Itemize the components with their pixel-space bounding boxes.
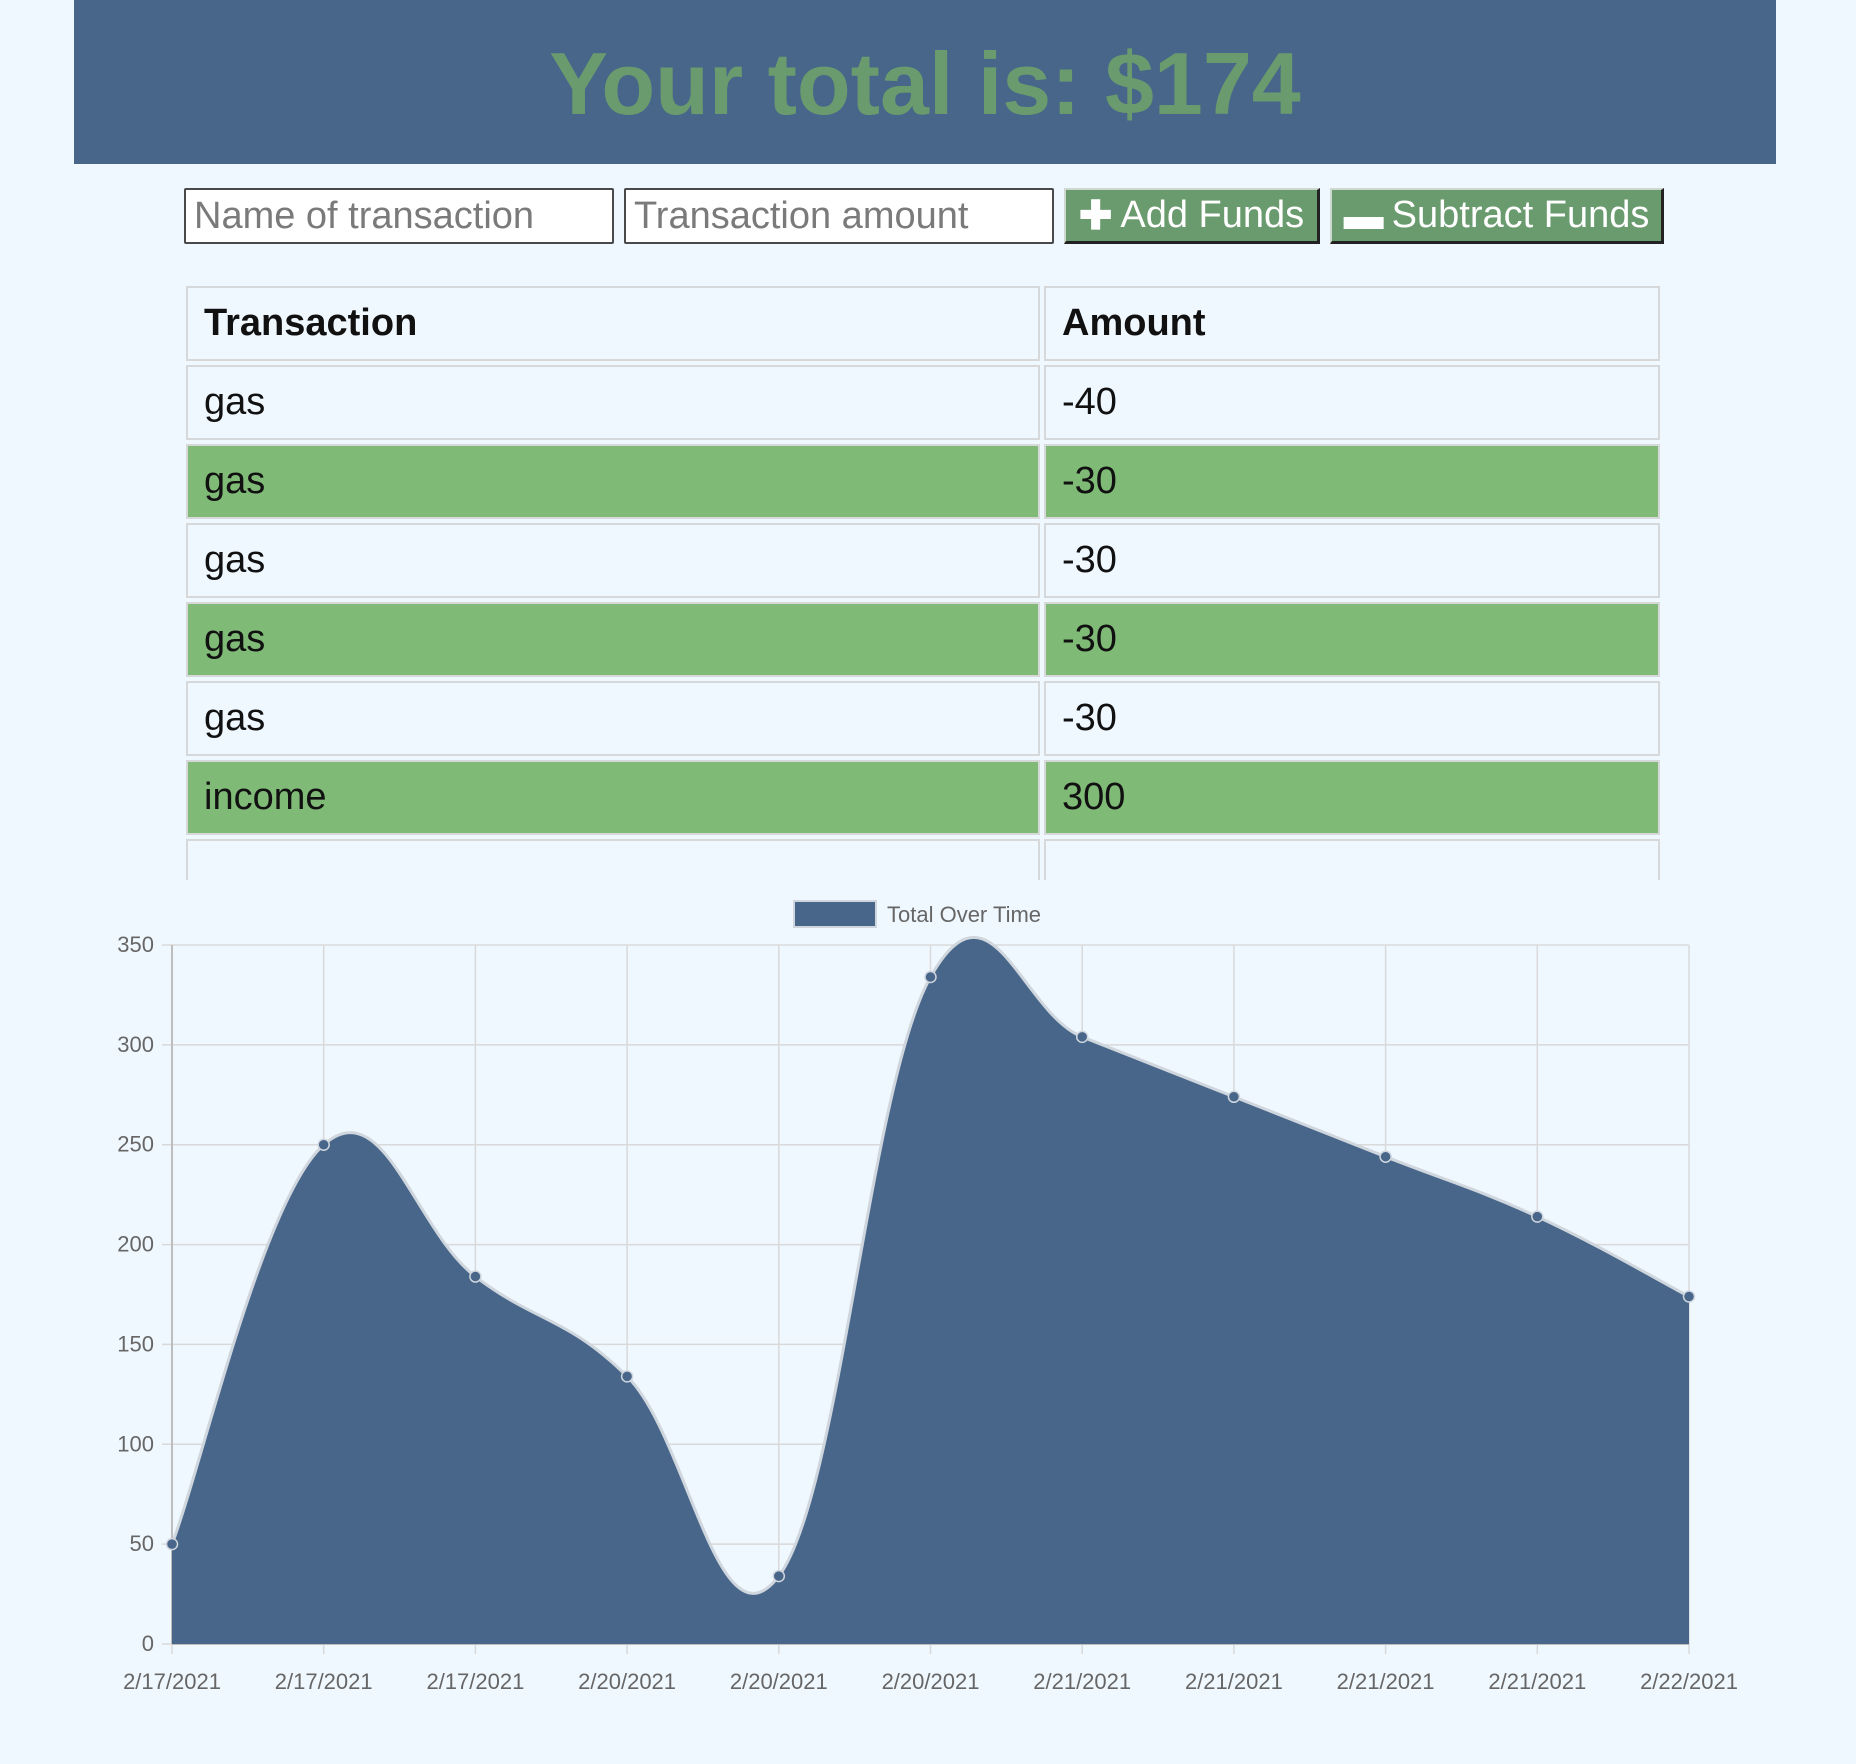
transaction-name-cell: gas xyxy=(186,602,1040,677)
subtract-funds-button[interactable]: ▬ Subtract Funds xyxy=(1330,188,1664,244)
transaction-name-cell: income xyxy=(186,760,1040,835)
data-point xyxy=(165,1537,179,1551)
y-tick-label: 350 xyxy=(117,932,154,957)
chart-svg: 0 50 100 150 200 250 300 350 2/17/2021 2/17/2021 2… xyxy=(117,900,1738,1694)
transactions-table-container[interactable]: Transaction Amount gas -40 gas -30 gas -… xyxy=(184,284,1662,880)
x-tick-label: 2/20/2021 xyxy=(578,1669,676,1694)
data-point xyxy=(469,1270,482,1283)
series-area-total-over-time xyxy=(172,937,1689,1644)
x-tick-label: 2/17/2021 xyxy=(123,1669,221,1694)
y-tick-label: 300 xyxy=(117,1032,154,1057)
y-tick-label: 200 xyxy=(117,1232,154,1257)
transaction-amount-cell: 300 xyxy=(1044,760,1660,835)
table-row-partial xyxy=(186,839,1660,880)
transaction-amount-input[interactable] xyxy=(624,188,1054,244)
transaction-amount-cell: -30 xyxy=(1044,444,1660,519)
data-point xyxy=(1531,1210,1544,1223)
y-tick-label: 150 xyxy=(117,1331,154,1356)
data-point xyxy=(1075,1030,1089,1044)
x-tick-label: 2/17/2021 xyxy=(275,1669,373,1694)
data-point xyxy=(620,1370,634,1383)
table-row: gas -40 xyxy=(186,365,1660,440)
transaction-amount-cell: -40 xyxy=(1044,365,1660,440)
transaction-name-cell: gas xyxy=(186,444,1040,519)
data-point xyxy=(1682,1290,1696,1303)
transaction-name-cell: gas xyxy=(186,523,1040,598)
table-row: gas -30 xyxy=(186,681,1660,756)
transaction-amount-cell: -30 xyxy=(1044,602,1660,677)
transaction-name-input[interactable] xyxy=(184,188,614,244)
legend-label: Total Over Time xyxy=(887,902,1041,927)
data-point xyxy=(924,970,937,984)
transaction-form: ✚ Add Funds ▬ Subtract Funds xyxy=(184,188,1664,244)
transactions-table: Transaction Amount gas -40 gas -30 gas -… xyxy=(184,284,1662,880)
app-root: Your total is: $174 ✚ Add Funds ▬ Subtra… xyxy=(0,0,1856,1764)
add-funds-label: Add Funds xyxy=(1120,194,1305,236)
y-tick-label: 100 xyxy=(117,1431,154,1456)
table-header-row: Transaction Amount xyxy=(186,286,1660,361)
transaction-name-cell: gas xyxy=(186,365,1040,440)
transaction-name-cell xyxy=(186,839,1040,880)
add-funds-button[interactable]: ✚ Add Funds xyxy=(1064,188,1320,244)
x-tick-label: 2/20/2021 xyxy=(882,1669,980,1694)
x-tick-label: 2/21/2021 xyxy=(1033,1669,1131,1694)
data-point xyxy=(1227,1090,1241,1104)
data-point xyxy=(317,1138,330,1151)
table-row: gas -30 xyxy=(186,444,1660,519)
legend-swatch xyxy=(793,900,877,928)
transaction-amount-cell: -30 xyxy=(1044,523,1660,598)
y-tick-label: 50 xyxy=(130,1531,154,1556)
data-point xyxy=(772,1569,786,1583)
x-tick-label: 2/21/2021 xyxy=(1185,1669,1283,1694)
transaction-amount-cell xyxy=(1044,839,1660,880)
header-bar: Your total is: $174 xyxy=(74,0,1776,164)
total-over-time-chart: 0 50 100 150 200 250 300 350 2/17/2021 2/17/2021 2… xyxy=(0,880,1856,1760)
column-header-transaction: Transaction xyxy=(186,286,1040,361)
x-tick-label: 2/17/2021 xyxy=(426,1669,524,1694)
table-row: gas -30 xyxy=(186,523,1660,598)
table-row: gas -30 xyxy=(186,602,1660,677)
x-tick-label: 2/22/2021 xyxy=(1640,1669,1738,1694)
column-header-amount: Amount xyxy=(1044,286,1660,361)
plus-icon: ✚ xyxy=(1078,193,1113,238)
y-tick-label: 250 xyxy=(117,1132,154,1157)
table-row: income 300 xyxy=(186,760,1660,835)
x-tick-label: 2/21/2021 xyxy=(1337,1669,1435,1694)
transaction-name-cell: gas xyxy=(186,681,1040,756)
x-tick-label: 2/21/2021 xyxy=(1488,1669,1586,1694)
transaction-amount-cell: -30 xyxy=(1044,681,1660,756)
y-tick-label: 0 xyxy=(142,1631,154,1656)
data-point xyxy=(1379,1150,1392,1163)
x-tick-label: 2/20/2021 xyxy=(730,1669,828,1694)
minus-icon: ▬ xyxy=(1343,193,1384,238)
total-heading: Your total is: $174 xyxy=(549,34,1301,133)
subtract-funds-label: Subtract Funds xyxy=(1391,194,1650,236)
